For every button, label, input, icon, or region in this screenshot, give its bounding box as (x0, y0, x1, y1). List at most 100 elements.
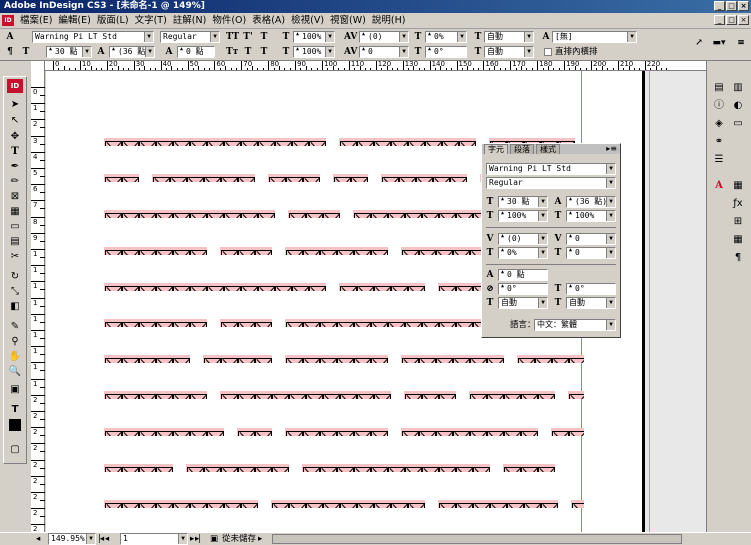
char-rotate-field[interactable]: ▲ 0° (425, 46, 467, 58)
links-panel-icon[interactable]: ⚭ (712, 135, 726, 149)
formatting-affects-text-icon[interactable]: T (6, 402, 24, 417)
kerning-field[interactable]: ▲ (0) ▼ (359, 31, 409, 43)
grid-tool-icon[interactable]: ▤ (6, 234, 24, 249)
page-nav-next-icon[interactable]: ▸ ▸| (190, 533, 201, 545)
panel-menu-icon[interactable]: ▸≡ (606, 144, 617, 154)
tab-character[interactable]: 字元 (484, 144, 508, 154)
swatches-panel-icon[interactable]: ▦ (731, 179, 745, 193)
panel-menu-icon[interactable]: ≡ (735, 37, 747, 49)
leading-field[interactable]: ▲ (36 點) ▼ (109, 46, 155, 58)
menu-view[interactable]: 檢視(V) (288, 13, 327, 29)
doc-close-button[interactable]: × (738, 15, 749, 25)
underline-icon[interactable]: T (242, 46, 254, 58)
small-caps-icon[interactable]: Tт (226, 46, 238, 58)
menu-table[interactable]: 表格(A) (249, 13, 288, 29)
page-nav-first-icon[interactable]: |◂ ◂ (98, 533, 109, 545)
menu-edit[interactable]: 編輯(E) (55, 13, 93, 29)
menu-type[interactable]: 文字(T) (132, 13, 170, 29)
panel-vscale-field[interactable]: ▲ 100% ▼ (498, 210, 548, 222)
panel-tracking-field[interactable]: ▲ 0 ▼ (566, 233, 616, 245)
paragraph-mode-icon[interactable]: ¶ (4, 46, 16, 58)
strikethrough-icon[interactable]: T (258, 46, 270, 58)
font-style-select[interactable]: Regular ▼ (160, 31, 220, 43)
panel-hscale-field[interactable]: ▲ 100% ▼ (566, 210, 616, 222)
scissors-tool-icon[interactable]: ✂ (6, 249, 24, 264)
maximize-button[interactable]: □ (726, 1, 737, 11)
gradient-panel-icon[interactable]: ▭ (731, 117, 745, 131)
baseline-shift-field[interactable]: ▲ 0 點 (177, 46, 215, 58)
align-panel-icon[interactable]: ⊞ (731, 215, 745, 229)
page-field[interactable]: 1 ▼ (120, 533, 188, 545)
menu-help[interactable]: 說明(H) (369, 13, 409, 29)
zoom-arrow-icon[interactable]: ◂ (36, 533, 40, 545)
menu-notes[interactable]: 註解(N) (170, 13, 210, 29)
font-size-field[interactable]: ▲ 30 點 ▼ (46, 46, 92, 58)
pages-panel-icon[interactable]: ▤ (712, 81, 726, 95)
character-panel-icon[interactable]: A (712, 179, 726, 193)
gradient-tool-icon[interactable]: ◧ (6, 299, 24, 314)
panel-aki-after-field[interactable]: 自動 ▼ (566, 297, 616, 309)
checkbox-box[interactable] (544, 47, 552, 56)
menu-layout[interactable]: 版面(L) (94, 13, 132, 29)
pencil-tool-icon[interactable]: ✏ (6, 174, 24, 189)
minimize-button[interactable]: _ (714, 1, 725, 11)
bridge-icon[interactable]: ↗ (690, 37, 708, 49)
tate-chu-yoko-checkbox[interactable]: 直排內橫排 (544, 46, 598, 58)
menu-file[interactable]: 檔案(E) (17, 13, 55, 29)
tracking-field[interactable]: ▲ 0 ▼ (359, 46, 409, 58)
workspace-menu-icon[interactable]: ▬▾ (708, 37, 730, 49)
subscript-icon[interactable]: T (258, 31, 270, 43)
screen-mode-icon[interactable]: ▢ (6, 442, 24, 457)
font-family-select[interactable]: Warning Pi LT Std ▼ (32, 31, 154, 43)
app-logo-icon[interactable]: ID (2, 15, 14, 26)
menu-object[interactable]: 物件(O) (209, 13, 249, 29)
close-button[interactable]: × (738, 1, 749, 11)
hand-tool-icon[interactable]: ✋ (6, 349, 24, 364)
horizontal-scale-field[interactable]: ▲ 100% ▼ (293, 46, 335, 58)
frame-grid-tool-icon[interactable]: ▦ (6, 204, 24, 219)
status-menu-icon[interactable]: ▸ (258, 533, 262, 545)
panel-leading-field[interactable]: ▲ (36 點) ▼ (566, 196, 616, 208)
eyedropper-tool-icon[interactable]: ⚲ (6, 334, 24, 349)
zoom-field[interactable]: 149.95% ▼ (48, 533, 96, 545)
layers-panel-icon[interactable]: ◈ (712, 117, 726, 131)
panel-tsume-field[interactable]: ▲ 0% ▼ (498, 247, 548, 259)
panel-font-select[interactable]: Warning Pi LT Std ▼ (486, 163, 616, 175)
selection-tool-icon[interactable]: ➤ (6, 97, 24, 112)
stroke-panel-icon[interactable]: ☰ (712, 153, 726, 167)
panel-rotate-field[interactable]: ▲ 0° (566, 283, 616, 295)
language-select[interactable]: 中文：繁體 ▼ (534, 319, 616, 331)
doc-minimize-button[interactable]: _ (714, 15, 725, 25)
vertical-scale-field[interactable]: ▲ 100% ▼ (293, 31, 335, 43)
menu-window[interactable]: 視窗(W) (327, 13, 369, 29)
note-tool-icon[interactable]: ✎ (6, 319, 24, 334)
apply-color-icon[interactable] (9, 419, 21, 431)
superscript-icon[interactable]: T' (242, 31, 254, 43)
fill-stroke-icon[interactable]: ▣ (6, 382, 24, 397)
panel-aki-before-field[interactable]: 自動 ▼ (498, 297, 548, 309)
direct-selection-tool-icon[interactable]: ↖ (6, 113, 24, 128)
aki-after-field[interactable]: 自動 ▼ (484, 46, 534, 58)
tab-styles[interactable]: 樣式 (536, 144, 560, 154)
panel-baseline-field[interactable]: ▲ 0 點 (498, 269, 548, 281)
zoom-tool-icon[interactable]: 🔍 (6, 364, 24, 379)
panel-skew-field[interactable]: ▲ 0° (498, 283, 548, 295)
paragraph-styles-panel-icon[interactable]: ¶ (731, 251, 745, 265)
scale-tool-icon[interactable]: ⤡ (6, 284, 24, 299)
tsume-field[interactable]: ▲ 0% ▼ (425, 31, 467, 43)
info-panel-icon[interactable]: ⓘ (712, 99, 726, 113)
panel-size-field[interactable]: ▲ 30 點 ▼ (498, 196, 548, 208)
panel-style-select[interactable]: Regular ▼ (486, 177, 616, 189)
aki-before-field[interactable]: 自動 ▼ (484, 31, 534, 43)
horizontal-scrollbar[interactable] (272, 534, 682, 544)
color-panel-icon[interactable]: ◐ (731, 99, 745, 113)
paragraph-style-select[interactable]: [無] ▼ (552, 31, 637, 43)
tab-paragraph[interactable]: 段落 (510, 144, 534, 154)
panel-kerning-field[interactable]: ▲ (0) ▼ (498, 233, 548, 245)
pen-tool-icon[interactable]: ✒ (6, 159, 24, 174)
doc-restore-button[interactable]: □ (726, 15, 737, 25)
position-tool-icon[interactable]: ✥ (6, 129, 24, 144)
panel-aki-field[interactable]: ▲ 0 ▼ (566, 247, 616, 259)
rectangle-tool-icon[interactable]: ▭ (6, 219, 24, 234)
type-tool-icon[interactable]: T (6, 144, 24, 159)
